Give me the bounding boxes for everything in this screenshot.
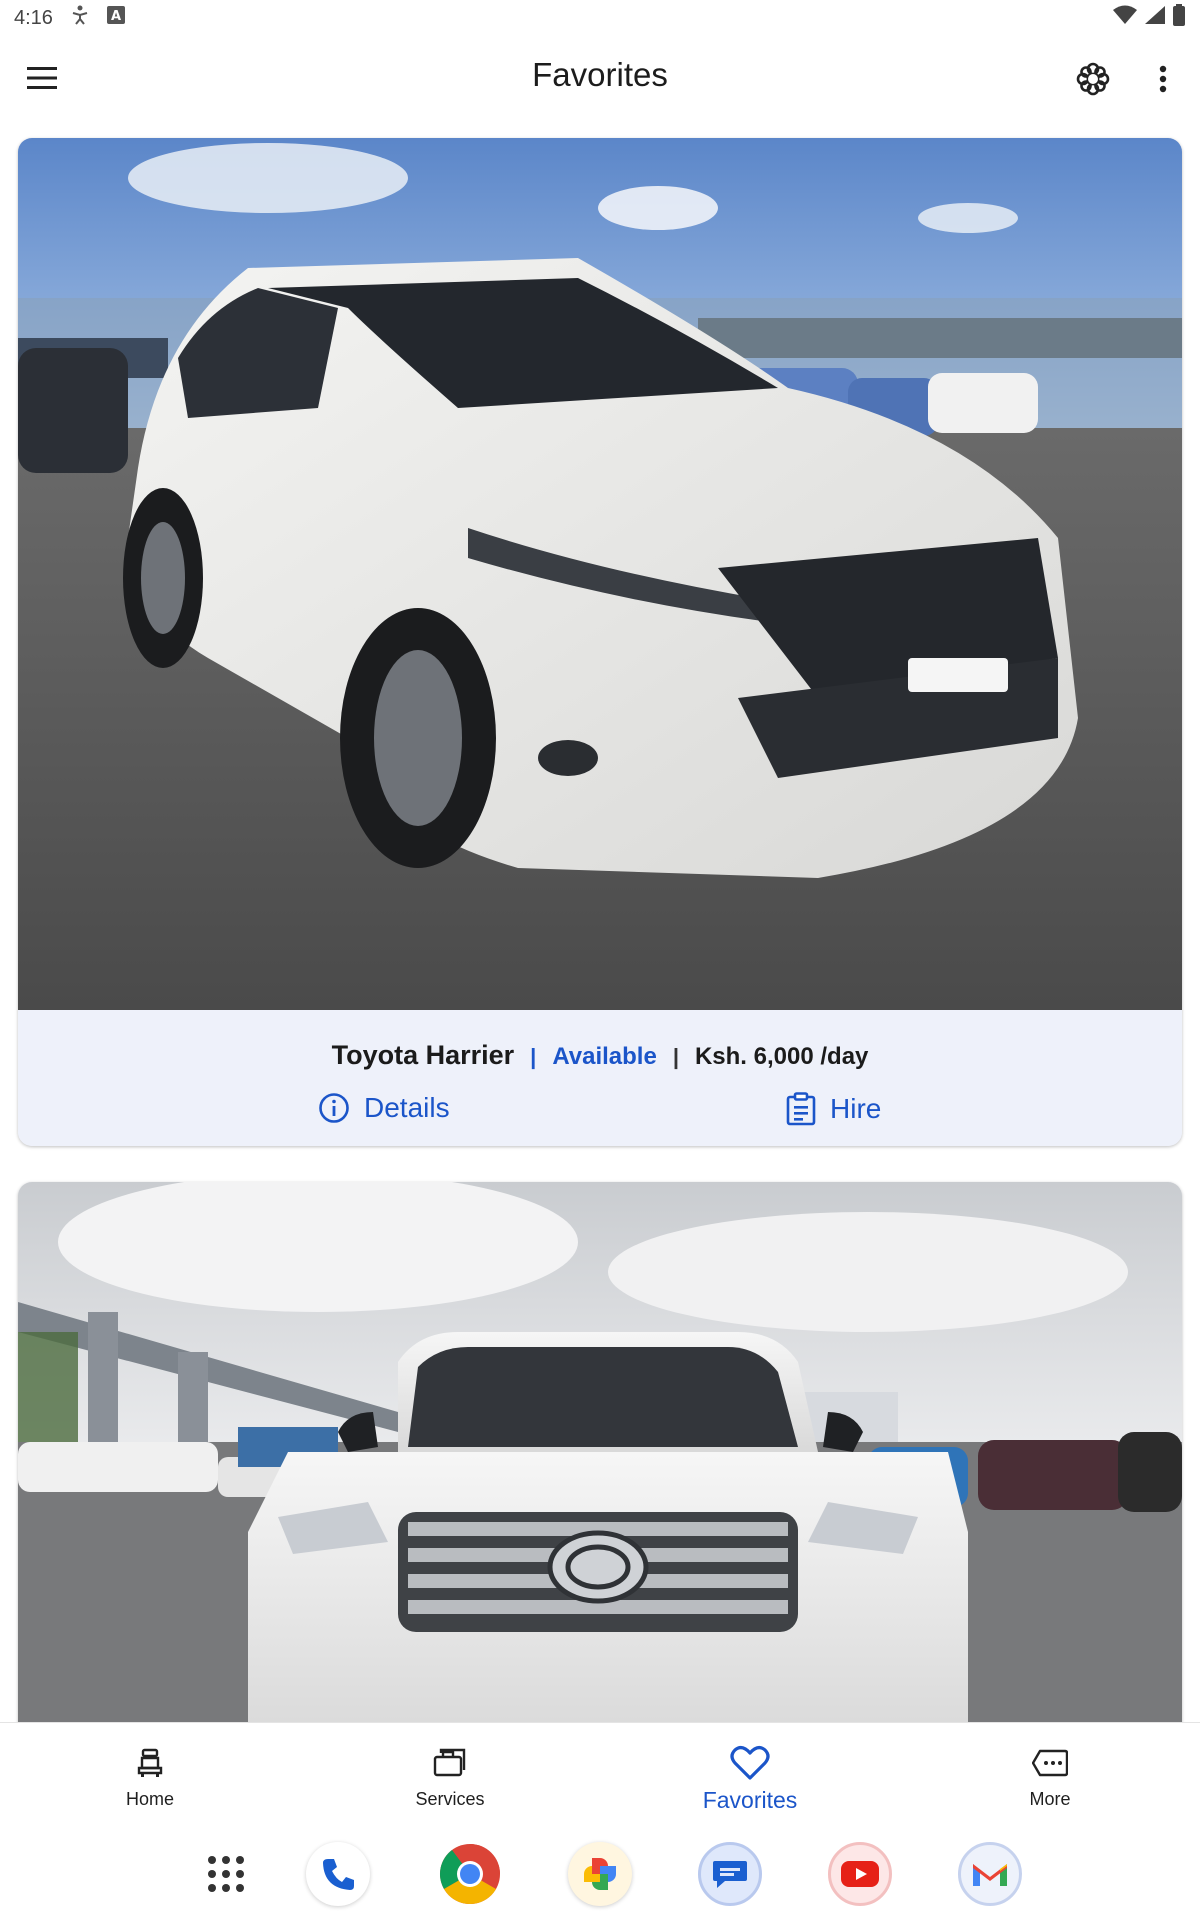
briefcase-icon — [433, 1743, 467, 1783]
messages-icon[interactable] — [698, 1842, 762, 1906]
nav-label-favorites: Favorites — [702, 1787, 798, 1813]
nav-label-more: More — [1029, 1789, 1071, 1809]
accessibility-icon — [71, 5, 89, 31]
chrome-icon[interactable] — [438, 1842, 502, 1906]
status-bar: 4:16 A — [0, 0, 1200, 36]
car-summary-line: Toyota Harrier | Available | Ksh. 6,000 … — [18, 1040, 1182, 1071]
photos-icon[interactable] — [568, 1842, 632, 1906]
app-bar: Favorites — [0, 36, 1200, 120]
card-actions: Details Hire — [18, 1088, 1182, 1138]
daily-price: Ksh. 6,000 /day — [694, 1043, 869, 1070]
screen: 4:16 A Favorites Toyota Harrier | Availa… — [0, 0, 1200, 1920]
more-message-icon — [1032, 1743, 1068, 1783]
signal-icon — [1144, 5, 1166, 31]
wifi-icon — [1112, 5, 1138, 31]
heart-icon — [730, 1743, 770, 1783]
system-dock — [0, 1830, 1200, 1920]
app-drawer-icon[interactable] — [194, 1842, 258, 1906]
details-label: Details — [364, 1092, 450, 1123]
more-vertical-icon — [1159, 65, 1167, 93]
availability-status: Available — [552, 1043, 657, 1070]
nav-label-services: Services — [415, 1789, 485, 1809]
clipboard-icon — [786, 1092, 816, 1126]
hamburger-icon — [27, 67, 57, 89]
car-seat-icon — [136, 1743, 164, 1783]
car-name: Toyota Harrier — [331, 1040, 515, 1070]
car-info-panel: Toyota Harrier | Available | Ksh. 6,000 … — [18, 1010, 1182, 1146]
details-button[interactable]: Details — [318, 1092, 450, 1124]
gmail-icon[interactable] — [958, 1842, 1022, 1906]
ai-assistant-button[interactable] — [1072, 58, 1114, 100]
bottom-navigation: Home Services Favorites More — [0, 1722, 1200, 1830]
youtube-icon[interactable] — [828, 1842, 892, 1906]
separator: | — [530, 1044, 537, 1069]
battery-icon — [1172, 4, 1186, 32]
phone-icon[interactable] — [306, 1842, 370, 1906]
menu-button[interactable] — [22, 58, 62, 98]
nav-item-more[interactable]: More — [900, 1723, 1200, 1831]
info-icon — [319, 1093, 349, 1123]
svg-text:A: A — [111, 9, 121, 24]
status-time: 4:16 — [14, 6, 53, 29]
separator: | — [672, 1044, 679, 1069]
car-card[interactable]: Toyota Harrier | Available | Ksh. 6,000 … — [18, 138, 1182, 1146]
nav-item-home[interactable]: Home — [0, 1723, 300, 1831]
car-card[interactable] — [18, 1182, 1182, 1742]
status-left: 4:16 A — [14, 5, 125, 31]
page-title: Favorites — [532, 56, 668, 93]
status-right — [1112, 4, 1186, 32]
nav-label-home: Home — [125, 1789, 174, 1809]
car-photo-toyota-harrier — [18, 138, 1182, 1010]
overflow-menu-button[interactable] — [1146, 58, 1180, 100]
hire-button[interactable]: Hire — [786, 1092, 881, 1126]
hire-label: Hire — [830, 1093, 882, 1124]
nav-item-services[interactable]: Services — [300, 1723, 600, 1831]
nav-item-favorites[interactable]: Favorites — [600, 1723, 900, 1831]
keyboard-a-icon: A — [106, 6, 125, 30]
sparkle-flower-icon — [1076, 62, 1110, 96]
car-photo-toyota-land-cruiser — [18, 1182, 1182, 1742]
